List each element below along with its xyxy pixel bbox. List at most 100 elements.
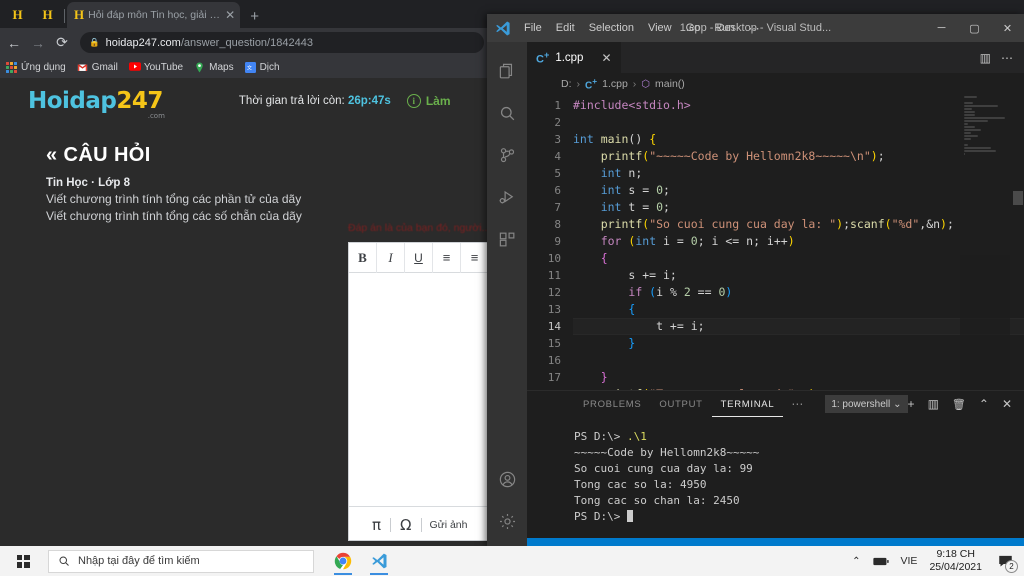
- menu-edit[interactable]: Edit: [549, 18, 582, 39]
- site-logo[interactable]: Hoidap247 .com: [28, 88, 165, 120]
- code-line[interactable]: if (i % 2 == 0): [573, 284, 1024, 301]
- code-line[interactable]: printf("~~~~~Code by Hellomn2k8~~~~~\n")…: [573, 148, 1024, 165]
- language-indicator[interactable]: VIE: [901, 555, 918, 567]
- code-line[interactable]: [573, 352, 1024, 369]
- code-line[interactable]: int t = 0;: [573, 199, 1024, 216]
- extensions-icon[interactable]: [487, 218, 527, 260]
- gear-icon[interactable]: [487, 500, 527, 542]
- explorer-icon[interactable]: [487, 50, 527, 92]
- math-formula-button[interactable]: π: [363, 516, 390, 534]
- code-line[interactable]: for (int i = 0; i <= n; i++): [573, 233, 1024, 250]
- bookmark-translate[interactable]: 文 Dịch: [244, 62, 280, 73]
- menu-more-icon[interactable]: ⋯: [742, 18, 767, 39]
- search-icon: [58, 555, 70, 567]
- panel-more-icon[interactable]: ⋯: [783, 397, 811, 411]
- minimize-button[interactable]: ─: [925, 14, 958, 42]
- code-line[interactable]: {: [573, 250, 1024, 267]
- code-line[interactable]: {: [573, 301, 1024, 318]
- scrollbar-thumb[interactable]: [1013, 191, 1023, 205]
- menu-file[interactable]: File: [517, 18, 549, 39]
- logo-domain: .com: [147, 111, 165, 120]
- code-editor[interactable]: 1234567891011121314151617181920 #include…: [527, 95, 1024, 390]
- code-line[interactable]: t += i;: [573, 318, 1024, 335]
- more-actions-icon[interactable]: ⋯: [1001, 51, 1013, 65]
- code-line[interactable]: s += i;: [573, 267, 1024, 284]
- bookmark-apps[interactable]: Ứng dụng: [6, 62, 66, 73]
- special-symbol-button[interactable]: Ω: [391, 516, 420, 534]
- code-line[interactable]: }: [573, 369, 1024, 386]
- menu-selection[interactable]: Selection: [582, 18, 641, 39]
- maximize-button[interactable]: ▢: [958, 14, 991, 42]
- terminal-output[interactable]: PS D:\> .\1 ~~~~~Code by Hellomn2k8~~~~~ S…: [527, 417, 1024, 538]
- terminal-selector[interactable]: 1: powershell ⌄: [825, 395, 908, 413]
- browser-tab-1[interactable]: H: [2, 2, 32, 28]
- chrome-taskbar-icon[interactable]: [326, 546, 360, 576]
- tab-output[interactable]: OUTPUT: [650, 391, 711, 417]
- browser-tab-2[interactable]: H: [32, 2, 62, 28]
- code-line[interactable]: printf("So cuoi cung cua day la: ");scan…: [573, 216, 1024, 233]
- close-icon[interactable]: ✕: [601, 51, 611, 65]
- tab-terminal[interactable]: TERMINAL: [712, 391, 784, 417]
- minimap[interactable]: [960, 95, 1010, 390]
- editor-tab-1cpp[interactable]: C+ 1.cpp ✕: [527, 42, 621, 73]
- italic-button[interactable]: I: [377, 242, 405, 273]
- start-button[interactable]: [0, 546, 46, 576]
- reload-button[interactable]: ⟳: [54, 34, 70, 51]
- split-editor-icon[interactable]: ▥: [980, 51, 991, 65]
- close-icon[interactable]: ✕: [225, 9, 235, 21]
- code-line[interactable]: #include<stdio.h>: [573, 97, 1024, 114]
- code-line[interactable]: }: [573, 335, 1024, 352]
- editor-scrollbar[interactable]: [1010, 95, 1024, 390]
- line-number: 11: [547, 269, 561, 282]
- chevron-up-icon[interactable]: ⌃: [852, 556, 860, 567]
- send-image-button[interactable]: Gửi ảnh: [430, 519, 468, 531]
- menu-run[interactable]: Run: [707, 18, 741, 39]
- align-left-button[interactable]: ≡: [433, 242, 461, 273]
- code-line[interactable]: printf("Tong cac so la: %d ",s);: [573, 386, 1024, 390]
- search-icon[interactable]: [487, 92, 527, 134]
- tab-problems[interactable]: PROBLEMS: [574, 391, 650, 417]
- run-debug-icon[interactable]: [487, 176, 527, 218]
- editor-canvas[interactable]: [349, 273, 489, 506]
- made-indicator[interactable]: i Làm: [406, 93, 451, 108]
- account-icon[interactable]: [487, 458, 527, 500]
- chevron-right-icon: ›: [632, 78, 637, 90]
- bookmark-maps[interactable]: Maps: [194, 62, 234, 73]
- line-number: 7: [554, 201, 561, 214]
- forward-button[interactable]: →: [30, 35, 46, 51]
- close-button[interactable]: ✕: [991, 14, 1024, 42]
- line-number: 5: [554, 167, 561, 180]
- align-center-button[interactable]: ≡: [461, 242, 489, 273]
- new-tab-button[interactable]: +: [250, 8, 259, 25]
- vscode-taskbar-icon[interactable]: [362, 546, 396, 576]
- code-line[interactable]: int s = 0;: [573, 182, 1024, 199]
- bookmark-youtube[interactable]: YouTube: [128, 62, 183, 73]
- bookmark-gmail[interactable]: Gmail: [77, 62, 118, 73]
- taskbar-search-box[interactable]: Nhập tại đây để tìm kiếm: [48, 549, 314, 573]
- close-panel-icon[interactable]: ✕: [1002, 397, 1012, 411]
- battery-icon[interactable]: [872, 557, 889, 566]
- bold-button[interactable]: B: [349, 242, 377, 273]
- browser-tab-strip: H H H Hỏi đáp môn Tin học, giải bài tậ ✕…: [0, 0, 490, 28]
- browser-tab-3-active[interactable]: H Hỏi đáp môn Tin học, giải bài tậ ✕: [67, 2, 241, 28]
- split-terminal-icon[interactable]: ▥: [928, 397, 939, 411]
- kill-terminal-icon[interactable]: 🗑: [952, 398, 966, 411]
- address-bar[interactable]: 🔒 hoidap247.com/answer_question/1842443: [80, 32, 484, 53]
- breadcrumb-drive[interactable]: D:: [561, 78, 572, 90]
- code-line[interactable]: [573, 114, 1024, 131]
- menu-view[interactable]: View: [641, 18, 679, 39]
- code-line[interactable]: int main() {: [573, 131, 1024, 148]
- notification-center-button[interactable]: 2: [994, 550, 1018, 573]
- code-line[interactable]: int n;: [573, 165, 1024, 182]
- new-terminal-icon[interactable]: +: [908, 397, 915, 411]
- breadcrumb-file[interactable]: 1.cpp: [602, 78, 628, 90]
- breadcrumb-symbol[interactable]: main(): [655, 78, 685, 90]
- clock[interactable]: 9:18 CH 25/04/2021: [929, 548, 982, 574]
- source-control-icon[interactable]: [487, 134, 527, 176]
- code-content[interactable]: #include<stdio.h> int main() { printf("~…: [573, 95, 1024, 390]
- back-button[interactable]: ←: [6, 35, 22, 51]
- collapse-panel-icon[interactable]: ⌃: [979, 397, 989, 411]
- menu-go[interactable]: Go: [679, 18, 708, 39]
- minimap-line: [964, 96, 977, 98]
- underline-button[interactable]: U: [405, 242, 433, 273]
